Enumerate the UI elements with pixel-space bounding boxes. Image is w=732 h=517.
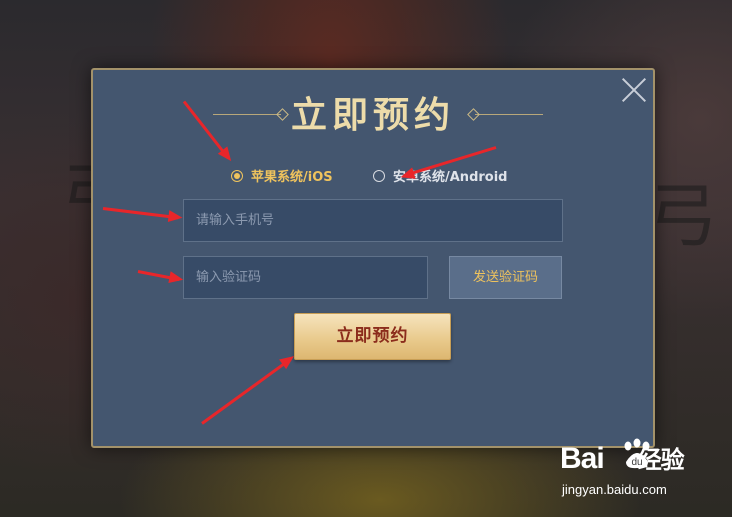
send-code-button[interactable]: 发送验证码 [449,256,562,299]
dialog-title: 立即预约 [290,94,455,136]
title-ornament-left [213,114,281,115]
watermark-url: jingyan.baidu.com [562,482,667,497]
radio-unselected-icon [373,169,385,182]
svg-text:du: du [631,457,642,468]
radio-android[interactable]: 安卓系统/Android [373,166,507,185]
radio-selected-icon [231,169,243,182]
verification-code-input[interactable]: 输入验证码 [183,256,428,299]
background-glyph: 弓 [648,175,718,257]
paw-icon: du [624,438,650,469]
dialog-header: 立即预约 [93,92,653,142]
phone-input[interactable]: 请输入手机号 [183,199,563,242]
baidu-jingyan-watermark: Bai 经验 du jingyan.baidu.com [560,438,730,510]
radio-ios[interactable]: 苹果系统/iOS [231,166,333,185]
radio-ios-label: 苹果系统/iOS [251,170,333,185]
reserve-submit-button[interactable]: 立即预约 [294,313,451,360]
title-ornament-right [475,114,543,115]
reservation-dialog: 立即预约 苹果系统/iOS 安卓系统/Android 请输入手机号 输入验证码 … [91,68,655,448]
